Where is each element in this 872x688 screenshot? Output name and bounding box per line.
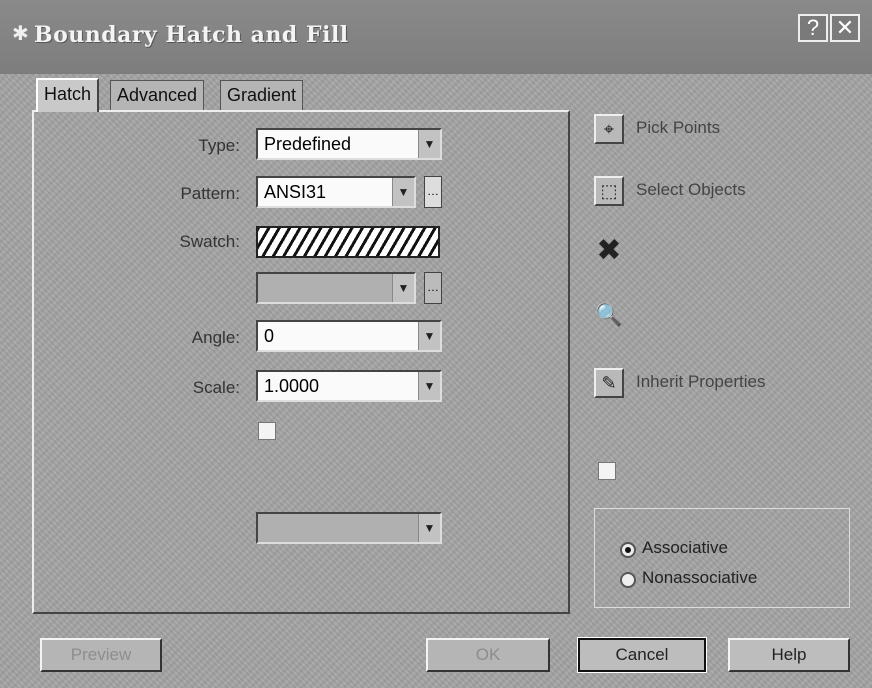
scale-value: 1.0000	[264, 376, 320, 396]
chevron-down-icon[interactable]: ▼	[418, 514, 440, 542]
tab-advanced[interactable]: Advanced	[110, 80, 205, 110]
pick-points-label[interactable]: Pick Points	[636, 118, 720, 138]
pick-points-icon: ⌖	[603, 119, 615, 139]
chevron-down-icon[interactable]: ▼	[418, 372, 440, 400]
pattern-browse-button[interactable]: …	[424, 176, 442, 208]
chevron-down-icon[interactable]: ▼	[418, 130, 440, 158]
angle-select[interactable]: 0 ▼	[256, 320, 442, 352]
remove-islands-button[interactable]: ✖	[594, 236, 624, 268]
select-objects-label[interactable]: Select Objects	[636, 180, 746, 200]
associative-label[interactable]: Associative	[642, 538, 728, 558]
dialog-title: Boundary Hatch and Fill	[34, 22, 349, 48]
angle-value: 0	[264, 326, 275, 346]
title-bar: ✱ Boundary Hatch and Fill ? ✕	[0, 0, 872, 74]
help-button[interactable]: Help	[728, 638, 850, 672]
tab-hatch[interactable]: Hatch	[36, 78, 100, 112]
remove-islands-icon: ✖	[596, 234, 622, 267]
view-selections-button[interactable]: 🔍	[594, 302, 624, 332]
ok-button[interactable]: OK	[426, 638, 550, 672]
cancel-button[interactable]: Cancel	[577, 637, 707, 673]
preview-button[interactable]: Preview	[40, 638, 162, 672]
dialog-icon: ✱	[12, 23, 29, 45]
type-value: Predefined	[264, 134, 352, 154]
iso-pen-width-select[interactable]: ▼	[256, 512, 442, 544]
associative-radio[interactable]	[620, 542, 636, 558]
swatch-label: Swatch:	[179, 232, 240, 251]
pattern-label: Pattern:	[180, 184, 240, 203]
custom-pattern-select[interactable]: ▼	[256, 272, 416, 304]
pattern-select[interactable]: ANSI31 ▼	[256, 176, 416, 208]
type-select[interactable]: Predefined ▼	[256, 128, 442, 160]
composition-group	[594, 508, 850, 608]
chevron-down-icon[interactable]: ▼	[418, 322, 440, 350]
tab-gradient[interactable]: Gradient	[220, 80, 304, 110]
magnifier-icon: 🔍	[595, 302, 623, 327]
hatch-swatch[interactable]	[256, 226, 440, 258]
scale-label: Scale:	[192, 378, 240, 397]
chevron-down-icon[interactable]: ▼	[392, 178, 414, 206]
inherit-properties-button[interactable]: ✎	[594, 368, 624, 398]
double-checkbox[interactable]	[598, 462, 616, 480]
pick-points-button[interactable]: ⌖	[594, 114, 624, 144]
relative-paper-space-checkbox[interactable]	[258, 422, 276, 440]
angle-label: Angle:	[191, 328, 240, 347]
select-objects-button[interactable]: ⬚	[594, 176, 624, 206]
custom-pattern-browse-button[interactable]: …	[424, 272, 442, 304]
nonassociative-label[interactable]: Nonassociative	[642, 568, 757, 588]
chevron-down-icon[interactable]: ▼	[392, 274, 414, 302]
nonassociative-radio[interactable]	[620, 572, 636, 588]
paintbrush-icon: ✎	[601, 373, 617, 393]
boundary-hatch-dialog: ✱ Boundary Hatch and Fill ? ✕ Hatch Adva…	[0, 0, 872, 688]
pattern-value: ANSI31	[264, 182, 327, 202]
close-button[interactable]: ✕	[830, 14, 860, 42]
scale-select[interactable]: 1.0000 ▼	[256, 370, 442, 402]
type-label: Type:	[198, 136, 240, 155]
inherit-properties-label[interactable]: Inherit Properties	[636, 372, 765, 392]
help-title-button[interactable]: ?	[798, 14, 828, 42]
select-objects-icon: ⬚	[600, 181, 618, 201]
